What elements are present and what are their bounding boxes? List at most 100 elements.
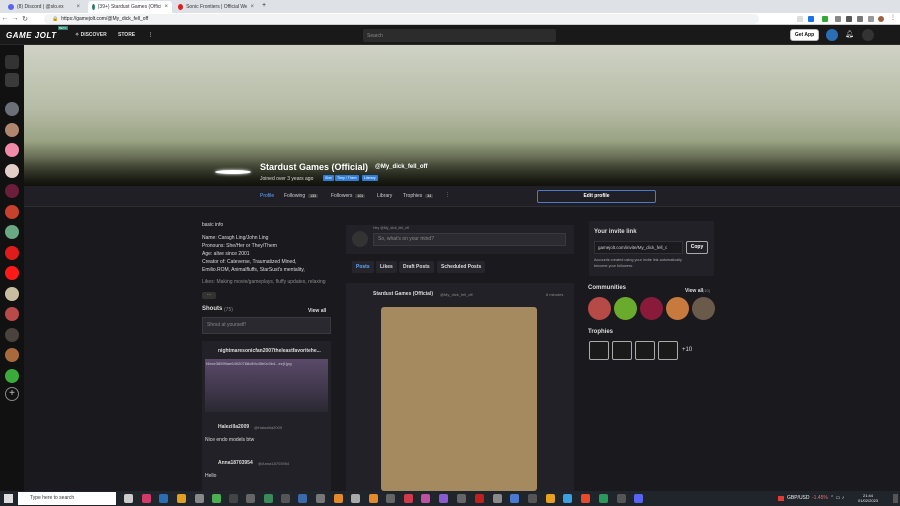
app-icon[interactable] [563, 494, 572, 503]
tab-scheduled-posts[interactable]: Scheduled Posts [437, 261, 486, 273]
shout-user[interactable]: Anna18703954 [218, 460, 253, 466]
app-icon[interactable] [617, 494, 626, 503]
sidebar-community-icon[interactable] [5, 225, 19, 239]
community-thumbnail[interactable] [692, 297, 715, 320]
activity-icon[interactable] [826, 29, 838, 41]
blender-icon[interactable] [369, 494, 378, 503]
app-icon[interactable] [475, 494, 484, 503]
sidebar-community-icon[interactable] [5, 266, 19, 280]
extension-icon[interactable] [835, 16, 841, 22]
app-icon[interactable] [599, 494, 608, 503]
gamejolt-logo[interactable]: GAME JOLT [6, 31, 57, 40]
post-image[interactable] [381, 307, 537, 491]
sidebar-community-icon[interactable] [5, 307, 19, 321]
tab-profile[interactable]: Profile [260, 193, 274, 199]
chrome-icon[interactable] [546, 494, 555, 503]
tab-likes[interactable]: Likes [376, 261, 397, 273]
app-icon[interactable] [264, 494, 273, 503]
app-icon[interactable] [298, 494, 307, 503]
extension-icon[interactable] [868, 16, 874, 22]
notification-center-icon[interactable] [893, 494, 898, 503]
app-icon[interactable] [212, 494, 221, 503]
steam-icon[interactable] [229, 494, 238, 503]
app-icon[interactable] [195, 494, 204, 503]
trophy-icon[interactable] [612, 341, 632, 360]
system-tray-icons[interactable]: ⌃ ▭ ♪ [830, 495, 844, 501]
task-view-icon[interactable] [124, 494, 133, 503]
back-icon[interactable]: ← [0, 15, 10, 22]
folder-icon[interactable] [177, 494, 186, 503]
tab-library[interactable]: Library [377, 193, 392, 199]
post-author[interactable]: Stardust Games (Official) [373, 291, 433, 297]
shout-image[interactable] [205, 359, 328, 412]
community-thumbnail[interactable] [640, 297, 663, 320]
sidebar-community-icon[interactable] [5, 122, 19, 137]
blender-icon[interactable] [334, 494, 343, 503]
share-icon[interactable] [797, 16, 803, 22]
reload-icon[interactable]: ↻ [20, 15, 30, 23]
user-avatar-icon[interactable] [862, 29, 874, 41]
nav-discover[interactable]: ✧ DISCOVER [75, 32, 107, 38]
extension-icon[interactable] [822, 16, 828, 22]
library-icon[interactable] [5, 73, 19, 87]
taskbar-search-input[interactable]: Type here to search [18, 492, 116, 505]
shout-user[interactable]: nightmaresonicfan2007theleastfavoritehe.… [218, 348, 321, 354]
profile-avatar-icon[interactable] [878, 16, 884, 22]
sidebar-community-icon[interactable] [5, 163, 19, 178]
tab-draft-posts[interactable]: Draft Posts [399, 261, 434, 273]
community-thumbnail[interactable] [666, 297, 689, 320]
close-icon[interactable]: × [250, 4, 254, 10]
system-clock[interactable]: 21:44 01/02/2023 [858, 493, 878, 503]
sidebar-community-icon[interactable] [5, 245, 19, 260]
puzzle-icon[interactable] [846, 16, 852, 22]
app-icon[interactable] [281, 494, 290, 503]
sidebar-community-icon[interactable] [5, 348, 19, 362]
trophy-icon[interactable] [658, 341, 678, 360]
app-icon[interactable] [246, 494, 255, 503]
app-icon[interactable] [404, 494, 413, 503]
more-menu-icon[interactable]: ⋮ [148, 32, 153, 38]
site-search-input[interactable]: Search [363, 29, 556, 42]
app-icon[interactable] [159, 494, 168, 503]
shouts-view-all[interactable]: View all [308, 308, 326, 314]
trophy-icon[interactable] [635, 341, 655, 360]
sidepanel-icon[interactable] [857, 16, 863, 22]
star-icon[interactable] [808, 16, 814, 22]
tab-discord[interactable]: (8) Discord | @slo.ex × [4, 1, 84, 13]
nav-store[interactable]: STORE [118, 32, 135, 38]
shout-input[interactable]: Shout at yourself! [202, 317, 331, 334]
app-icon[interactable] [528, 494, 537, 503]
app-icon[interactable] [142, 494, 151, 503]
copy-button[interactable]: Copy [686, 241, 708, 254]
tab-gamejolt[interactable]: (39+) Stardust Games (Official) @My_dick… [88, 1, 172, 13]
close-icon[interactable]: × [76, 4, 80, 10]
community-thumbnail[interactable] [614, 297, 637, 320]
menu-icon[interactable]: ⋮ [890, 14, 896, 21]
sidebar-community-icon[interactable] [5, 286, 19, 301]
shout-user[interactable]: Halezilla2009 [218, 424, 249, 430]
app-icon[interactable] [581, 494, 590, 503]
tab-followers[interactable]: Followers 101 [331, 193, 366, 199]
more-icon[interactable]: ⋮ [445, 192, 450, 198]
sidebar-community-icon[interactable] [5, 204, 19, 219]
app-icon[interactable] [421, 494, 430, 503]
edit-profile-button[interactable]: Edit profile [537, 190, 656, 203]
tab-sonic[interactable]: Sonic Frontiers | Official Website × [174, 1, 258, 13]
post-input[interactable]: So, what's on your mind? [373, 233, 566, 246]
invite-link-field[interactable]: gamejolt.com/invite/My_dick_fell_c [594, 241, 683, 254]
sidebar-community-icon[interactable] [5, 184, 19, 198]
tab-trophies[interactable]: Trophies 34 [403, 193, 434, 199]
bell-icon[interactable]: 🔔︎ [845, 30, 854, 38]
get-app-button[interactable]: Get App [790, 29, 819, 41]
sidebar-community-icon[interactable] [5, 143, 19, 157]
app-icon[interactable] [493, 494, 502, 503]
notifications-icon[interactable] [5, 55, 19, 69]
app-icon[interactable] [457, 494, 466, 503]
url-input[interactable]: 🔒 https://gamejolt.com/@My_dick_fell_off [44, 14, 759, 24]
profile-avatar[interactable] [215, 170, 251, 174]
app-icon[interactable] [386, 494, 395, 503]
app-icon[interactable] [351, 494, 360, 503]
trophy-icon[interactable] [589, 341, 609, 360]
discord-icon[interactable] [634, 494, 643, 503]
sidebar-community-icon[interactable] [5, 102, 19, 116]
